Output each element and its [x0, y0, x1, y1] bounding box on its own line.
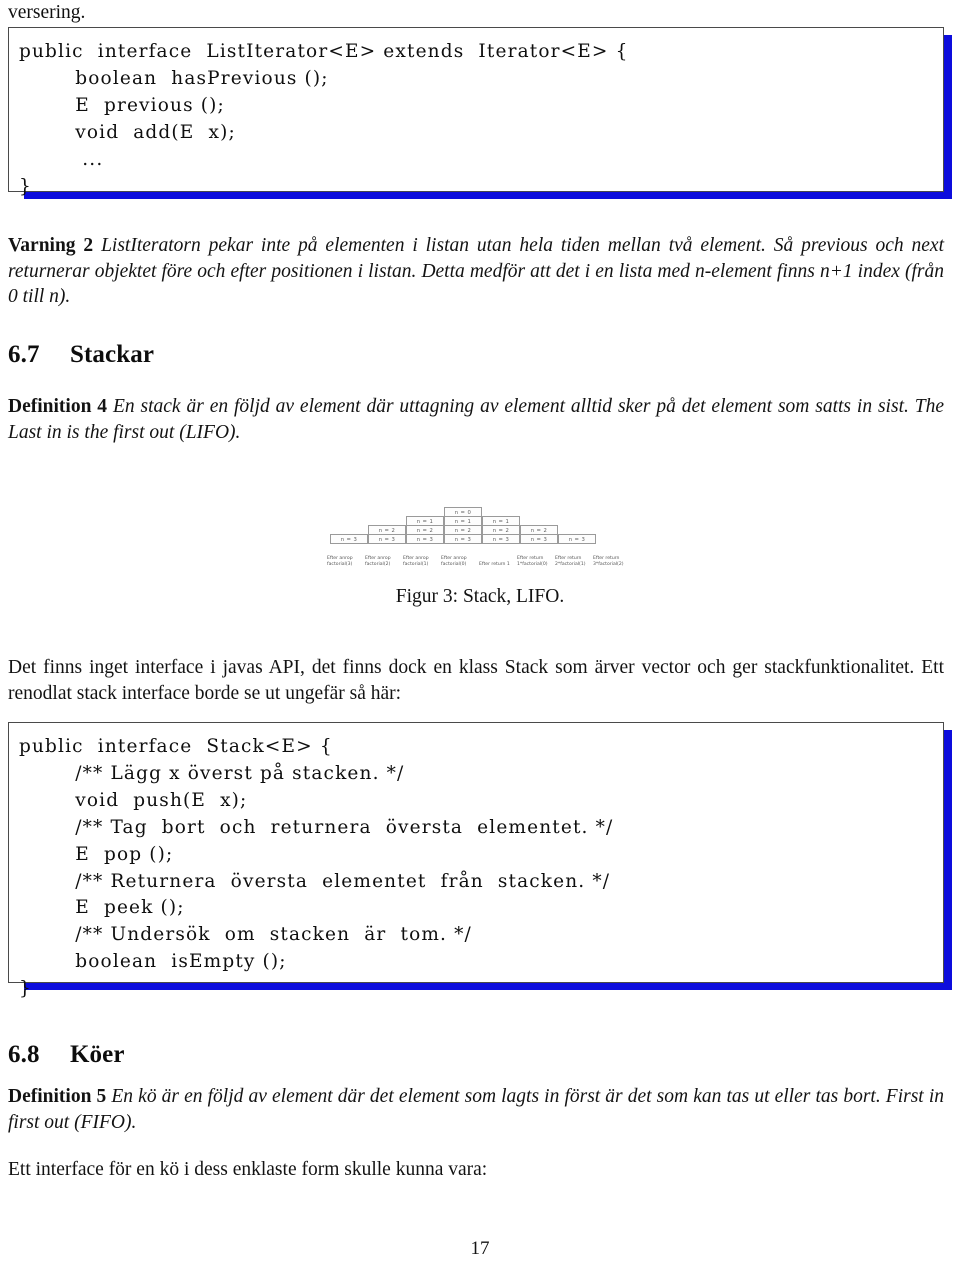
- definition-5-paragraph: Definition 5 En kö är en följd av elemen…: [8, 1084, 944, 1135]
- stack-cells: n = 1n = 2n = 3: [406, 516, 444, 544]
- figure-3-block: n = 3 Efter anrop factorial(3) n = 2n = 3E…: [0, 484, 960, 573]
- stack-frame-cell: n = 3: [482, 534, 520, 544]
- definition-5-text: En kö är en följd av element där det ele…: [8, 1086, 945, 1133]
- stack-api-paragraph: Det finns inget interface i javas API, d…: [8, 655, 944, 706]
- figure-3-image: n = 3 Efter anrop factorial(3) n = 2n = 3E…: [327, 484, 630, 568]
- code-listing-1-shadow-right: [944, 35, 952, 199]
- definition-4-text: En stack är en följd av element där utta…: [8, 396, 944, 443]
- stack-cells: n = 3: [330, 534, 368, 544]
- code-listing-2-wrapper: public interface Stack<E> { /** Lägg x ö…: [8, 722, 952, 999]
- warning-2-paragraph: Varning 2 ListIteratorn pekar inte på el…: [8, 233, 944, 310]
- section-6-8-title: Köer: [70, 1041, 125, 1068]
- code-listing-2: public interface Stack<E> { /** Lägg x ö…: [8, 722, 944, 999]
- document-page: versering. public interface ListIterator…: [0, 0, 960, 1263]
- continuation-text: versering.: [8, 0, 508, 25]
- stack-cells: n = 1n = 2n = 3: [482, 516, 520, 544]
- stack-cells: n = 0n = 1n = 2n = 3: [444, 507, 482, 544]
- queue-intro-paragraph: Ett interface för en kö i dess enklaste …: [8, 1157, 944, 1183]
- stack-cells: n = 3: [558, 534, 596, 544]
- figure-3-caption: Figur 3: Stack, LIFO.: [0, 586, 960, 608]
- definition-4-paragraph: Definition 4 En stack är en följd av ele…: [8, 394, 944, 445]
- code-listing-1: public interface ListIterator<E> extends…: [8, 27, 944, 197]
- stack-frame-cell: n = 3: [444, 534, 482, 544]
- definition-5-label: Definition 5: [8, 1086, 107, 1107]
- queue-intro-text: Ett interface för en kö i dess enklaste …: [8, 1159, 488, 1180]
- page-number: 17: [0, 1238, 960, 1260]
- section-heading-6-8: 6.8 Köer: [8, 1041, 508, 1069]
- code-listing-2-shadow-right: [944, 730, 952, 990]
- stack-frame-cell: n = 3: [558, 534, 596, 544]
- stack-cells: n = 2n = 3: [520, 525, 558, 544]
- definition-4-label: Definition 4: [8, 396, 108, 417]
- section-heading-6-7: 6.7 Stackar: [8, 341, 508, 369]
- stack-frame-cell: n = 3: [368, 534, 406, 544]
- code-listing-1-wrapper: public interface ListIterator<E> extends…: [8, 27, 952, 199]
- stack-frame-cell: n = 3: [520, 534, 558, 544]
- warning-2-text: ListIteratorn pekar inte på elementen i …: [8, 235, 944, 308]
- continuation-label: versering.: [8, 2, 86, 23]
- code-listing-1-text: public interface ListIterator<E> extends…: [19, 41, 629, 197]
- code-listing-2-text: public interface Stack<E> { /** Lägg x ö…: [19, 736, 614, 1000]
- section-6-8-number: 6.8: [8, 1041, 40, 1068]
- stack-frame-cell: n = 3: [406, 534, 444, 544]
- stack-column-label: Efter return 3*factorial(2): [593, 555, 624, 567]
- section-6-7-title: Stackar: [70, 341, 155, 368]
- stack-cells: n = 2n = 3: [368, 525, 406, 544]
- figure-3-caption-text: Figur 3: Stack, LIFO.: [395, 586, 565, 607]
- section-6-7-number: 6.7: [8, 341, 40, 368]
- warning-2-label: Varning 2: [8, 235, 94, 256]
- stack-api-text: Det finns inget interface i javas API, d…: [8, 657, 944, 704]
- stack-frame-cell: n = 3: [330, 534, 368, 544]
- page-number-text: 17: [470, 1238, 490, 1259]
